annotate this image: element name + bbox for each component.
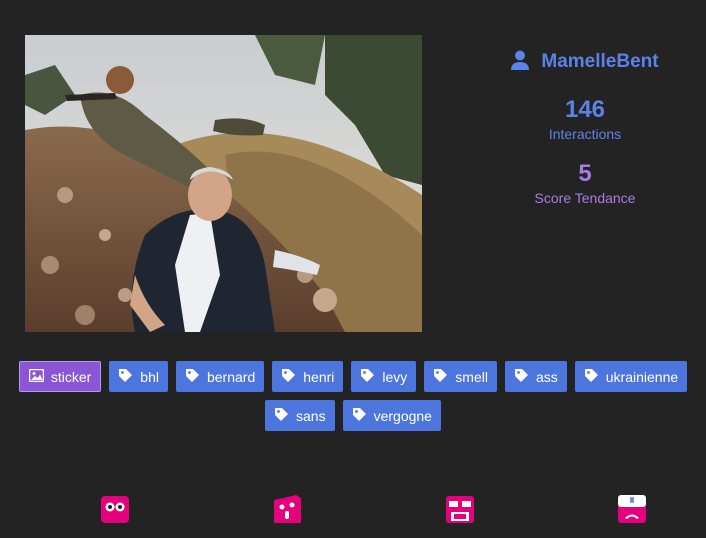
tag-label: ukrainienne [605, 368, 679, 385]
trend-score-label: Score Tendance [534, 190, 636, 206]
tag-label: ass [535, 368, 558, 385]
tag-icon [281, 368, 296, 386]
tag-label: vergogne [373, 407, 432, 424]
tag-icon [274, 407, 289, 425]
interactions-count: 146 [564, 96, 606, 123]
robot-mouth-icon[interactable] [272, 494, 302, 524]
tag-icon [514, 368, 529, 386]
tag-icon [352, 407, 367, 425]
tag-row: sans vergogne [0, 400, 706, 431]
tag-label: smell [455, 368, 488, 385]
tag-label: bhl [140, 368, 159, 385]
tag-icon [360, 368, 375, 386]
tag-icon [584, 368, 599, 386]
tag-label: bernard [206, 368, 256, 385]
tag-icon [185, 368, 200, 386]
tag-label: sans [296, 407, 326, 424]
photo-illustration [25, 35, 422, 332]
interactions-label: Interactions [548, 126, 622, 142]
robot-face-icon[interactable] [445, 494, 475, 524]
tag-levy[interactable]: levy [351, 361, 417, 392]
user-row[interactable]: MamelleBent [460, 48, 706, 76]
tag-icon [118, 368, 133, 386]
robot-eyes-icon[interactable] [100, 494, 130, 524]
bottom-bar [0, 494, 706, 526]
tag-bhl[interactable]: bhl [109, 361, 168, 392]
tag-label: levy [382, 368, 408, 385]
tag-label: henri [303, 368, 335, 385]
tag-bernard[interactable]: bernard [175, 361, 265, 392]
robot-sad-icon[interactable] [617, 494, 647, 524]
post-image[interactable] [25, 35, 422, 332]
tag-label: sticker [50, 368, 92, 385]
tag-list: sticker bhl bernard henri levy smell ass… [0, 361, 706, 431]
tag-vergogne[interactable]: vergogne [342, 400, 441, 431]
tag-ukrainienne[interactable]: ukrainienne [574, 361, 688, 392]
user-icon [511, 50, 530, 75]
tag-sans[interactable]: sans [265, 400, 335, 431]
trend-score: 5 [578, 160, 592, 187]
image-icon [28, 368, 45, 385]
tag-smell[interactable]: smell [424, 361, 497, 392]
tag-icon [433, 368, 448, 386]
profile-panel: MamelleBent 146 Interactions 5 Score Ten… [460, 48, 706, 208]
tag-henri[interactable]: henri [272, 361, 344, 392]
tag-ass[interactable]: ass [504, 361, 567, 392]
username[interactable]: MamelleBent [541, 51, 658, 73]
type-tag-sticker[interactable]: sticker [18, 361, 102, 392]
